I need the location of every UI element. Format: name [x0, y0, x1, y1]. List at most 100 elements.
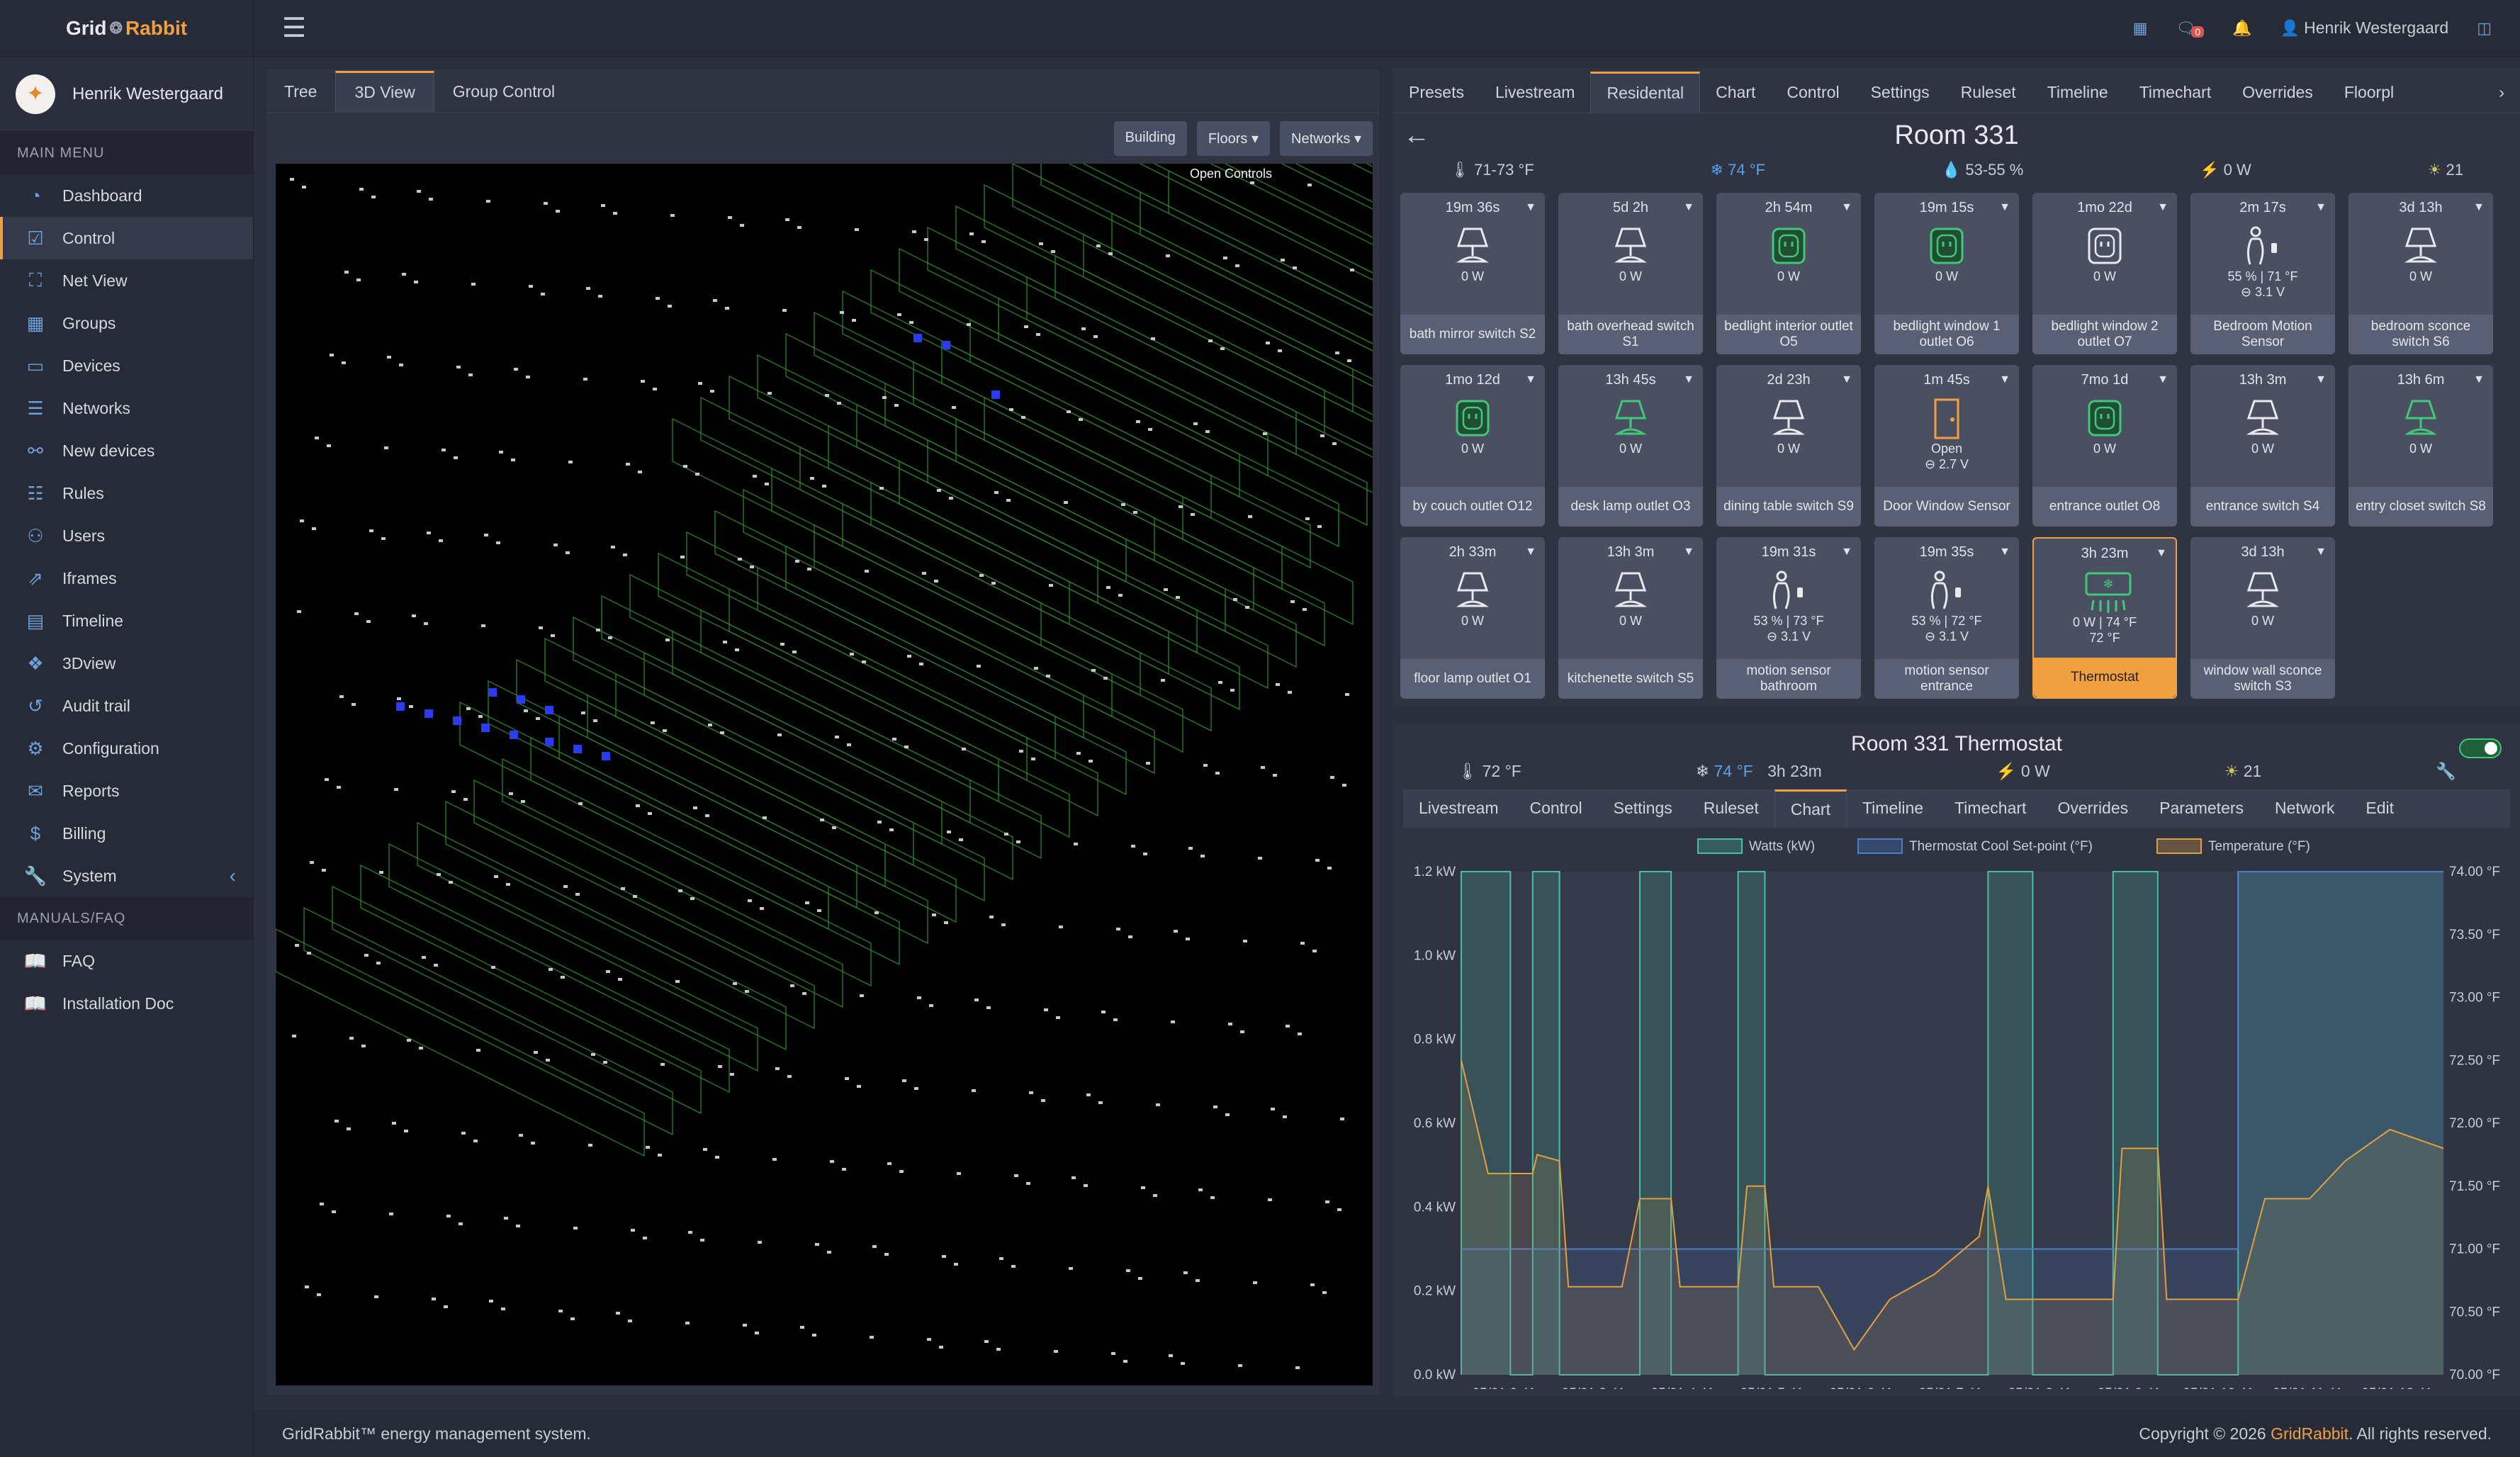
sidebar-item-installation-doc[interactable]: 📖 Installation Doc: [0, 982, 253, 1025]
footer-brand-link[interactable]: GridRabbit: [2271, 1424, 2349, 1443]
3d-viewport[interactable]: Open Controls: [275, 0, 1750, 1385]
tab-control[interactable]: Control: [1771, 72, 1855, 113]
tab-ruleset[interactable]: Ruleset: [1945, 72, 2032, 113]
sidebar-item-rules[interactable]: ☷ Rules: [0, 472, 253, 514]
tabs-scroll-right-icon[interactable]: ›: [2483, 72, 2520, 113]
tab-network[interactable]: Network: [2259, 789, 2350, 828]
tab-residental[interactable]: Residental: [1590, 72, 1701, 113]
caret-down-icon[interactable]: ▼: [2315, 546, 2327, 558]
caret-down-icon[interactable]: ▼: [1683, 201, 1694, 214]
tab-timechart[interactable]: Timechart: [1939, 789, 2042, 828]
tab-3d-view[interactable]: 3D View: [335, 71, 434, 112]
sidebar-item-net-view[interactable]: ⛶ Net View: [0, 259, 253, 302]
chat-icon[interactable]: 🗨0: [2176, 19, 2205, 38]
device-card[interactable]: 13h 45s ▼ 0 W desk lamp outlet O3: [1558, 365, 1703, 527]
caret-down-icon[interactable]: ▼: [1999, 373, 2010, 386]
device-card[interactable]: 1m 45s ▼ Open ⊖ 2.7 V Door Window Sensor: [1874, 365, 2019, 527]
user-menu[interactable]: 👤 Henrik Westergaard: [2280, 18, 2449, 38]
tab-floorpl[interactable]: Floorpl: [2329, 72, 2409, 113]
tab-chart[interactable]: Chart: [1700, 72, 1771, 113]
sidebar-toggle-icon[interactable]: ◫: [2477, 19, 2492, 38]
floors-dropdown[interactable]: Floors ▾: [1196, 121, 1271, 156]
device-card[interactable]: 7mo 1d ▼ 0 W entrance outlet O8: [2032, 365, 2177, 527]
caret-down-icon[interactable]: ▼: [2473, 201, 2485, 214]
tab-chart[interactable]: Chart: [1774, 789, 1847, 828]
menu-toggle-icon[interactable]: ☰: [282, 12, 306, 44]
device-card[interactable]: 19m 35s ▼ 53 % | 72 °F ⊖ 3.1 V motion sensor…: [1874, 537, 2019, 699]
caret-down-icon[interactable]: ▼: [1841, 546, 1852, 558]
caret-down-icon[interactable]: ▼: [1999, 201, 2010, 214]
device-card[interactable]: 13h 3m ▼ 0 W entrance switch S4: [2190, 365, 2335, 527]
networks-dropdown[interactable]: Networks ▾: [1280, 121, 1373, 156]
caret-down-icon[interactable]: ▼: [1525, 546, 1536, 558]
sidebar-item-devices[interactable]: ▭ Devices: [0, 344, 253, 387]
sidebar-item-users[interactable]: ⚇ Users: [0, 514, 253, 557]
device-card[interactable]: 13h 6m ▼ 0 W entry closet switch S8: [2349, 365, 2493, 527]
caret-down-icon[interactable]: ▼: [1841, 201, 1852, 214]
apps-icon[interactable]: ▦: [2133, 19, 2148, 38]
sidebar-item-reports[interactable]: ✉ Reports: [0, 770, 253, 812]
sidebar-item-3dview[interactable]: ❖ 3Dview: [0, 642, 253, 685]
caret-down-icon[interactable]: ▼: [1525, 373, 1536, 386]
tab-livestream[interactable]: Livestream: [1403, 789, 1514, 828]
caret-down-icon[interactable]: ▼: [2315, 201, 2327, 214]
device-card[interactable]: 2m 17s ▼ 55 % | 71 °F ⊖ 3.1 V Bedroom Motion…: [2190, 193, 2335, 354]
sidebar-item-control[interactable]: ☑ Control: [0, 217, 253, 259]
device-card[interactable]: 1mo 12d ▼ 0 W by couch outlet O12: [1400, 365, 1545, 527]
tab-ruleset[interactable]: Ruleset: [1688, 789, 1774, 828]
tab-parameters[interactable]: Parameters: [2144, 789, 2259, 828]
caret-down-icon[interactable]: ▼: [2157, 373, 2169, 386]
device-card[interactable]: 19m 36s ▼ 0 W bath mirror switch S2: [1400, 193, 1545, 354]
tab-presets[interactable]: Presets: [1393, 72, 1480, 113]
logo[interactable]: Grid ❂ Rabbit: [0, 0, 253, 57]
caret-down-icon[interactable]: ▼: [2473, 373, 2485, 386]
tab-tree[interactable]: Tree: [266, 71, 335, 112]
device-card[interactable]: 1mo 22d ▼ 0 W bedlight window 2 outlet O7: [2032, 193, 2177, 354]
device-card[interactable]: 2h 33m ▼ 0 W floor lamp outlet O1: [1400, 537, 1545, 699]
tab-timeline[interactable]: Timeline: [1847, 789, 1939, 828]
tab-edit[interactable]: Edit: [2350, 789, 2409, 828]
sidebar-item-system[interactable]: 🔧 System ‹: [0, 855, 253, 897]
tab-group-control[interactable]: Group Control: [434, 71, 573, 112]
caret-down-icon[interactable]: ▼: [1683, 373, 1694, 386]
back-arrow-icon[interactable]: ←: [1403, 113, 1430, 157]
caret-down-icon[interactable]: ▼: [1999, 546, 2010, 558]
chevron-left-icon[interactable]: ‹: [230, 865, 236, 887]
sidebar-item-iframes[interactable]: ⇗ Iframes: [0, 557, 253, 600]
caret-down-icon[interactable]: ▼: [1683, 546, 1694, 558]
device-card[interactable]: 19m 15s ▼ 0 W bedlight window 1 outlet O6: [1874, 193, 2019, 354]
user-profile[interactable]: ✦ Henrik Westergaard: [0, 57, 253, 132]
tab-settings[interactable]: Settings: [1598, 789, 1688, 828]
caret-down-icon[interactable]: ▼: [2156, 547, 2167, 560]
caret-down-icon[interactable]: ▼: [1841, 373, 1852, 386]
sidebar-item-configuration[interactable]: ⚙ Configuration: [0, 727, 253, 770]
sidebar-item-audit-trail[interactable]: ↺ Audit trail: [0, 685, 253, 727]
device-card[interactable]: 19m 31s ▼ 53 % | 73 °F ⊖ 3.1 V motion sensor…: [1716, 537, 1861, 699]
sidebar-item-faq[interactable]: 📖 FAQ: [0, 940, 253, 982]
sidebar-item-billing[interactable]: $ Billing: [0, 812, 253, 855]
wrench-icon[interactable]: 🔧: [2436, 762, 2456, 781]
tab-settings[interactable]: Settings: [1855, 72, 1945, 113]
device-card[interactable]: 5d 2h ▼ 0 W bath overhead switch S1: [1558, 193, 1703, 354]
open-controls-button[interactable]: Open Controls: [1190, 167, 1272, 181]
building-button[interactable]: Building: [1113, 121, 1187, 156]
tab-timeline[interactable]: Timeline: [2032, 72, 2124, 113]
caret-down-icon[interactable]: ▼: [1525, 201, 1536, 214]
sidebar-item-groups[interactable]: ▦ Groups: [0, 302, 253, 344]
tab-control[interactable]: Control: [1514, 789, 1597, 828]
device-card[interactable]: 13h 3m ▼ 0 W kitchenette switch S5: [1558, 537, 1703, 699]
device-card[interactable]: 2d 23h ▼ 0 W dining table switch S9: [1716, 365, 1861, 527]
tab-timechart[interactable]: Timechart: [2124, 72, 2227, 113]
device-card[interactable]: 3h 23m ▼ ❄ 0 W | 74 °F 72 °F Thermostat: [2032, 537, 2177, 699]
sidebar-item-networks[interactable]: ☰ Networks: [0, 387, 253, 429]
device-card[interactable]: 3d 13h ▼ 0 W window wall sconce switch S3: [2190, 537, 2335, 699]
sidebar-item-timeline[interactable]: ▤ Timeline: [0, 600, 253, 642]
bell-icon[interactable]: 🔔: [2232, 19, 2251, 38]
sidebar-item-dashboard[interactable]: ◔ Dashboard: [0, 174, 253, 217]
thermostat-toggle[interactable]: [2459, 738, 2502, 758]
caret-down-icon[interactable]: ▼: [2157, 201, 2169, 214]
tab-overrides[interactable]: Overrides: [2042, 789, 2144, 828]
device-card[interactable]: 3d 13h ▼ 0 W bedroom sconce switch S6: [2349, 193, 2493, 354]
caret-down-icon[interactable]: ▼: [2315, 373, 2327, 386]
sidebar-item-new-devices[interactable]: ⚯ New devices: [0, 429, 253, 472]
